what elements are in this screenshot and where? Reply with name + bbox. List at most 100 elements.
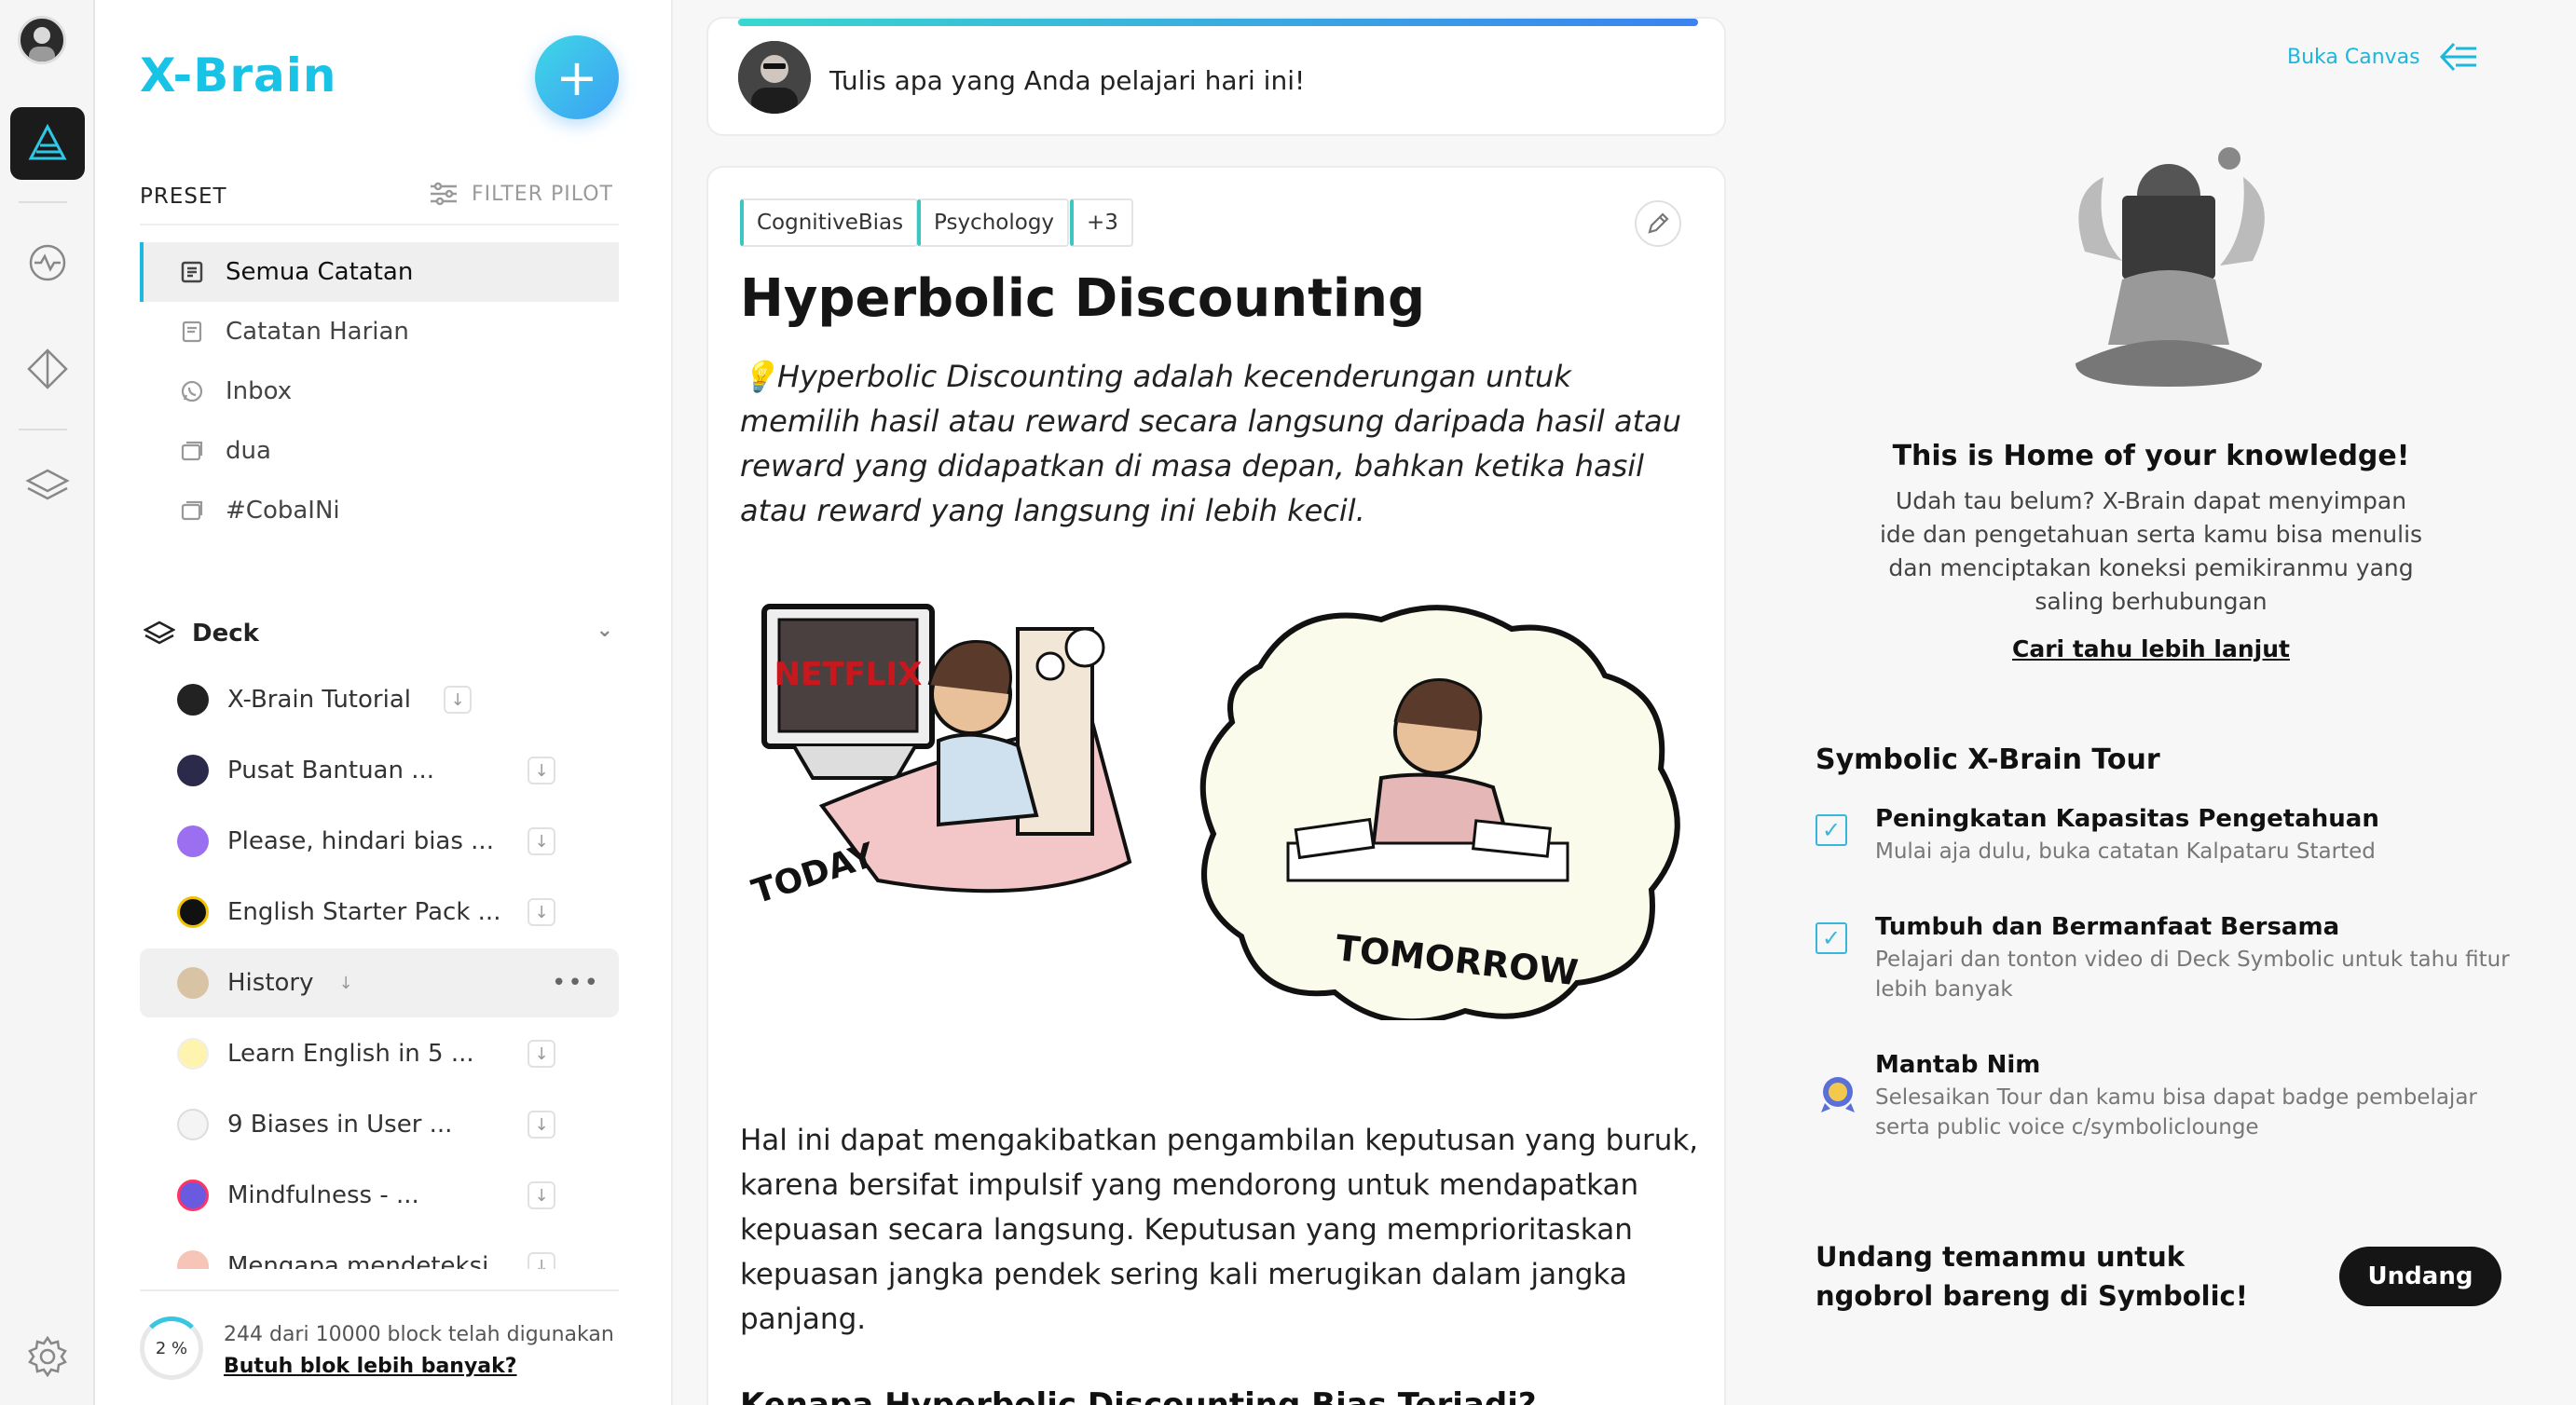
layers-icon	[25, 469, 70, 500]
deck-item-learn-english[interactable]: Learn English in 5 ... ↓	[140, 1019, 619, 1088]
deck-list-clip: Mengapa mendeteksi ... ↓	[140, 1232, 619, 1269]
deck-avatar	[177, 825, 209, 857]
deck-section-header[interactable]: Deck ⌄	[140, 615, 619, 652]
nav-item-cobaini[interactable]: #CobaINi	[140, 481, 619, 540]
usage-text: 244 dari 10000 block telah digunakan	[224, 1323, 614, 1346]
download-icon[interactable]: ↓	[528, 898, 555, 926]
learn-more-link[interactable]: Cari tahu lebih lanjut	[1726, 635, 2576, 662]
note-title: Hyperbolic Discounting	[740, 268, 1426, 329]
download-icon[interactable]: ↓	[528, 827, 555, 855]
tour-item-description: Pelajari dan tonton video di Deck Symbol…	[1875, 948, 2510, 1002]
tag-chip[interactable]: CognitiveBias	[740, 198, 919, 247]
nav-item-label: #CobaINi	[226, 497, 340, 525]
tour-item-name: Tumbuh dan Bermanfaat Bersama	[1875, 913, 2340, 941]
more-blocks-link[interactable]: Butuh blok lebih banyak?	[224, 1355, 517, 1378]
filter-icon	[431, 182, 457, 206]
nav-item-semua-catatan[interactable]: Semua Catatan	[140, 242, 619, 302]
more-tags-chip[interactable]: +3	[1070, 198, 1133, 247]
folder-icon	[179, 438, 205, 464]
open-canvas-button[interactable]: Buka Canvas	[2287, 41, 2480, 73]
badge-icon	[1821, 1077, 1855, 1112]
deck-item-label: 9 Biases in User ...	[227, 1111, 453, 1139]
nav-item-dua[interactable]: dua	[140, 421, 619, 481]
deck-item-label: English Starter Pack ...	[227, 898, 501, 926]
rail-layers-button[interactable]	[6, 447, 89, 522]
composer-placeholder[interactable]: Tulis apa yang Anda pelajari hari ini!	[829, 65, 1305, 96]
deck-avatar	[177, 755, 209, 786]
notes-icon	[179, 259, 205, 285]
filter-pilot-label: FILTER PILOT	[472, 182, 613, 206]
deck-avatar	[177, 1038, 209, 1070]
layers-icon	[144, 621, 175, 645]
deck-avatar	[177, 1109, 209, 1140]
sidebar: X-Brain + PRESET FILTER PILOT Semua Cata…	[95, 0, 673, 1405]
tour-item-name: Peningkatan Kapasitas Pengetahuan	[1875, 805, 2379, 833]
open-canvas-label: Buka Canvas	[2287, 45, 2420, 69]
rail-divider	[19, 201, 67, 203]
filter-pilot-button[interactable]: FILTER PILOT	[429, 181, 613, 207]
deck-item-label: History	[227, 969, 314, 997]
download-icon[interactable]: ↓	[528, 757, 555, 784]
home-description: Udah tau belum? X-Brain dapat menyimpan …	[1879, 487, 2423, 615]
edit-note-button[interactable]	[1635, 200, 1681, 247]
deck-avatar	[177, 1250, 209, 1269]
user-avatar[interactable]	[18, 16, 66, 64]
add-note-button[interactable]: +	[535, 35, 619, 119]
tv-screen-text: NETFLIX	[774, 656, 923, 693]
download-icon[interactable]: ↓	[332, 969, 360, 997]
note-composer[interactable]: Tulis apa yang Anda pelajari hari ini!	[706, 17, 1726, 136]
checkbox-checked-icon[interactable]: ✓	[1816, 814, 1847, 846]
more-options-icon[interactable]: •••	[552, 969, 600, 997]
gear-icon	[28, 1335, 67, 1378]
download-icon[interactable]: ↓	[528, 1252, 555, 1269]
rail-explore-button[interactable]	[6, 332, 89, 406]
deck-avatar	[177, 684, 209, 716]
rail-notes-button[interactable]	[6, 106, 89, 181]
deck-item-label: Mindfulness - ...	[227, 1181, 419, 1209]
nav-item-label: Catatan Harian	[226, 318, 409, 346]
nav-item-label: Semua Catatan	[226, 258, 414, 286]
deck-item-xbrain-tutorial[interactable]: X-Brain Tutorial ↓	[140, 665, 619, 734]
checkbox-checked-icon[interactable]: ✓	[1816, 922, 1847, 954]
note-quote: 💡Hyperbolic Discounting adalah kecenderu…	[740, 354, 1691, 533]
activity-icon	[29, 244, 66, 281]
deck-item-mengapa[interactable]: Mengapa mendeteksi ... ↓	[140, 1232, 619, 1269]
deck-item-hindari-bias[interactable]: Please, hindari bias ... ↓	[140, 807, 619, 876]
tour-item-description: Selesaikan Tour dan kamu bisa dapat badg…	[1875, 1085, 2477, 1139]
nav-item-inbox[interactable]: Inbox	[140, 361, 619, 421]
deck-label: Deck	[192, 620, 259, 648]
note-quote-text: Hyperbolic Discounting adalah kecenderun…	[740, 359, 1682, 528]
rail-activity-button[interactable]	[6, 225, 89, 300]
deck-item-label: Please, hindari bias ...	[227, 827, 494, 855]
rail-settings-button[interactable]	[6, 1319, 89, 1394]
deck-item-9-biases[interactable]: 9 Biases in User ... ↓	[140, 1090, 619, 1159]
deck-item-label: Pusat Bantuan ...	[227, 757, 435, 784]
chevron-down-icon[interactable]: ⌄	[596, 619, 613, 642]
download-icon[interactable]: ↓	[528, 1040, 555, 1068]
deck-item-mindfulness[interactable]: Mindfulness - ... ↓	[140, 1161, 619, 1230]
rail-divider	[19, 429, 67, 430]
tour-title: Symbolic X-Brain Tour	[1816, 743, 2160, 776]
deck-item-history[interactable]: History ↓ •••	[140, 948, 619, 1017]
invite-button[interactable]: Undang	[2339, 1247, 2501, 1306]
deck-item-pusat-bantuan[interactable]: Pusat Bantuan ... ↓	[140, 736, 619, 805]
download-icon[interactable]: ↓	[528, 1111, 555, 1139]
deck-item-english-starter[interactable]: English Starter Pack ... ↓	[140, 878, 619, 947]
brand-logo: X-Brain	[140, 48, 337, 102]
collapse-left-icon	[2439, 42, 2476, 72]
nav-item-catatan-harian[interactable]: Catatan Harian	[140, 302, 619, 361]
note-body: Hal ini dapat mengakibatkan pengambilan …	[740, 1124, 1699, 1336]
divider	[140, 1289, 619, 1291]
download-icon[interactable]: ↓	[528, 1181, 555, 1209]
folder-icon	[179, 498, 205, 524]
tag-chip[interactable]: Psychology	[917, 198, 1070, 247]
deck-item-label: X-Brain Tutorial	[227, 686, 411, 714]
download-icon[interactable]: ↓	[444, 686, 472, 714]
nav-item-label: dua	[226, 437, 271, 465]
note-card: CognitiveBias Psychology +3 Hyperbolic D…	[706, 166, 1726, 1405]
plus-icon: +	[555, 48, 598, 107]
deck-item-label: Learn English in 5 ...	[227, 1040, 474, 1068]
deck-avatar	[177, 1180, 209, 1211]
composer-progress-bar	[738, 19, 1698, 26]
tour-item-description: Mulai aja dulu, buka catatan Kalpataru S…	[1875, 839, 2376, 864]
